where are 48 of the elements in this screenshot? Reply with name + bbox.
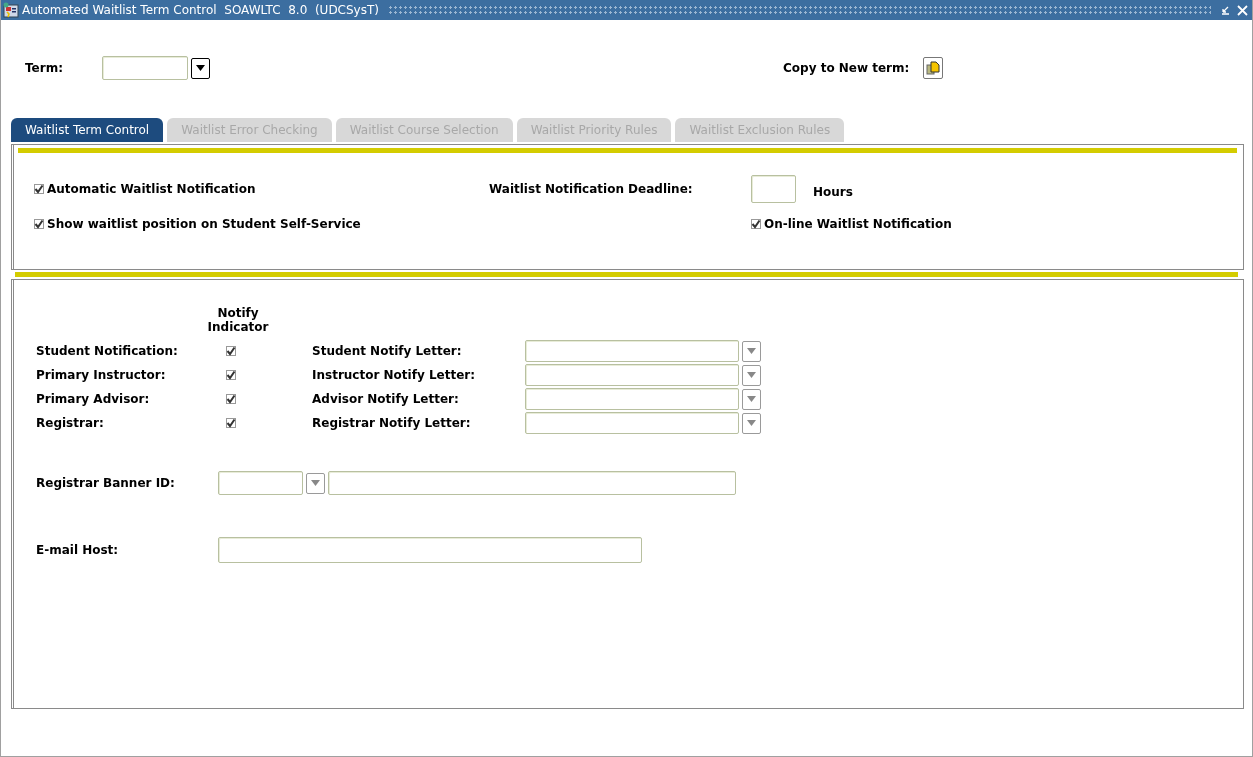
caret-icon [747,372,756,378]
checkbox[interactable] [751,219,761,229]
checkbox[interactable] [34,219,44,229]
caret-icon [747,396,756,402]
close-icon[interactable] [1237,4,1248,16]
checkbox[interactable] [34,184,44,194]
banner-id-field[interactable] [218,471,303,495]
tab[interactable]: Waitlist Term Control [11,118,164,142]
letter-field[interactable] [525,388,739,410]
hours-label: Hours [813,185,853,199]
checkbox-label: Automatic Waitlist Notification [47,182,256,196]
caret-icon [747,348,756,354]
field-label: E-mail Host: [36,543,120,557]
window-title: Automated Waitlist Term Control SOAWLTC 8.0 (UDCSysT) [22,3,379,17]
app-icon [3,2,19,18]
letter-field[interactable] [525,340,739,362]
field-label: Student Notify Letter: [312,343,463,360]
checkbox[interactable] [226,346,236,356]
letter-field[interactable] [525,364,739,386]
checkbox-label: On-line Waitlist Notification [764,217,952,231]
column-header: Notify Indicator [206,306,270,334]
deadline-field[interactable] [751,175,796,203]
name-field[interactable] [328,471,736,495]
checkbox-label: Show waitlist position on Student Self-Service [47,217,361,231]
copy-button[interactable] [923,57,944,79]
field-label: Primary Instructor: [36,367,167,384]
copy-label: Copy to New term: [783,61,910,75]
deadline-label: Waitlist Notification Deadline: [489,182,694,196]
term-label: Term: [25,61,64,75]
email-host-field[interactable] [218,537,642,563]
field-label: Registrar: [36,415,105,432]
copy-icon [926,61,941,75]
field-label: Instructor Notify Letter: [312,367,476,384]
field-label: Registrar Banner ID: [36,476,176,490]
field-label: Advisor Notify Letter: [312,391,460,408]
caret-icon [747,420,756,426]
field-label: Student Notification: [36,343,179,360]
term-field[interactable] [102,56,188,80]
dropdown-button[interactable] [191,57,210,79]
field-label: Registrar Notify Letter: [312,415,472,432]
caret-icon [196,65,205,71]
letter-field[interactable] [525,412,739,434]
caret-icon [311,480,320,486]
checkbox[interactable] [226,394,236,404]
checkbox[interactable] [226,418,236,428]
field-label: Primary Advisor: [36,391,151,408]
minimize-icon[interactable] [1220,5,1230,15]
checkbox[interactable] [226,370,236,380]
